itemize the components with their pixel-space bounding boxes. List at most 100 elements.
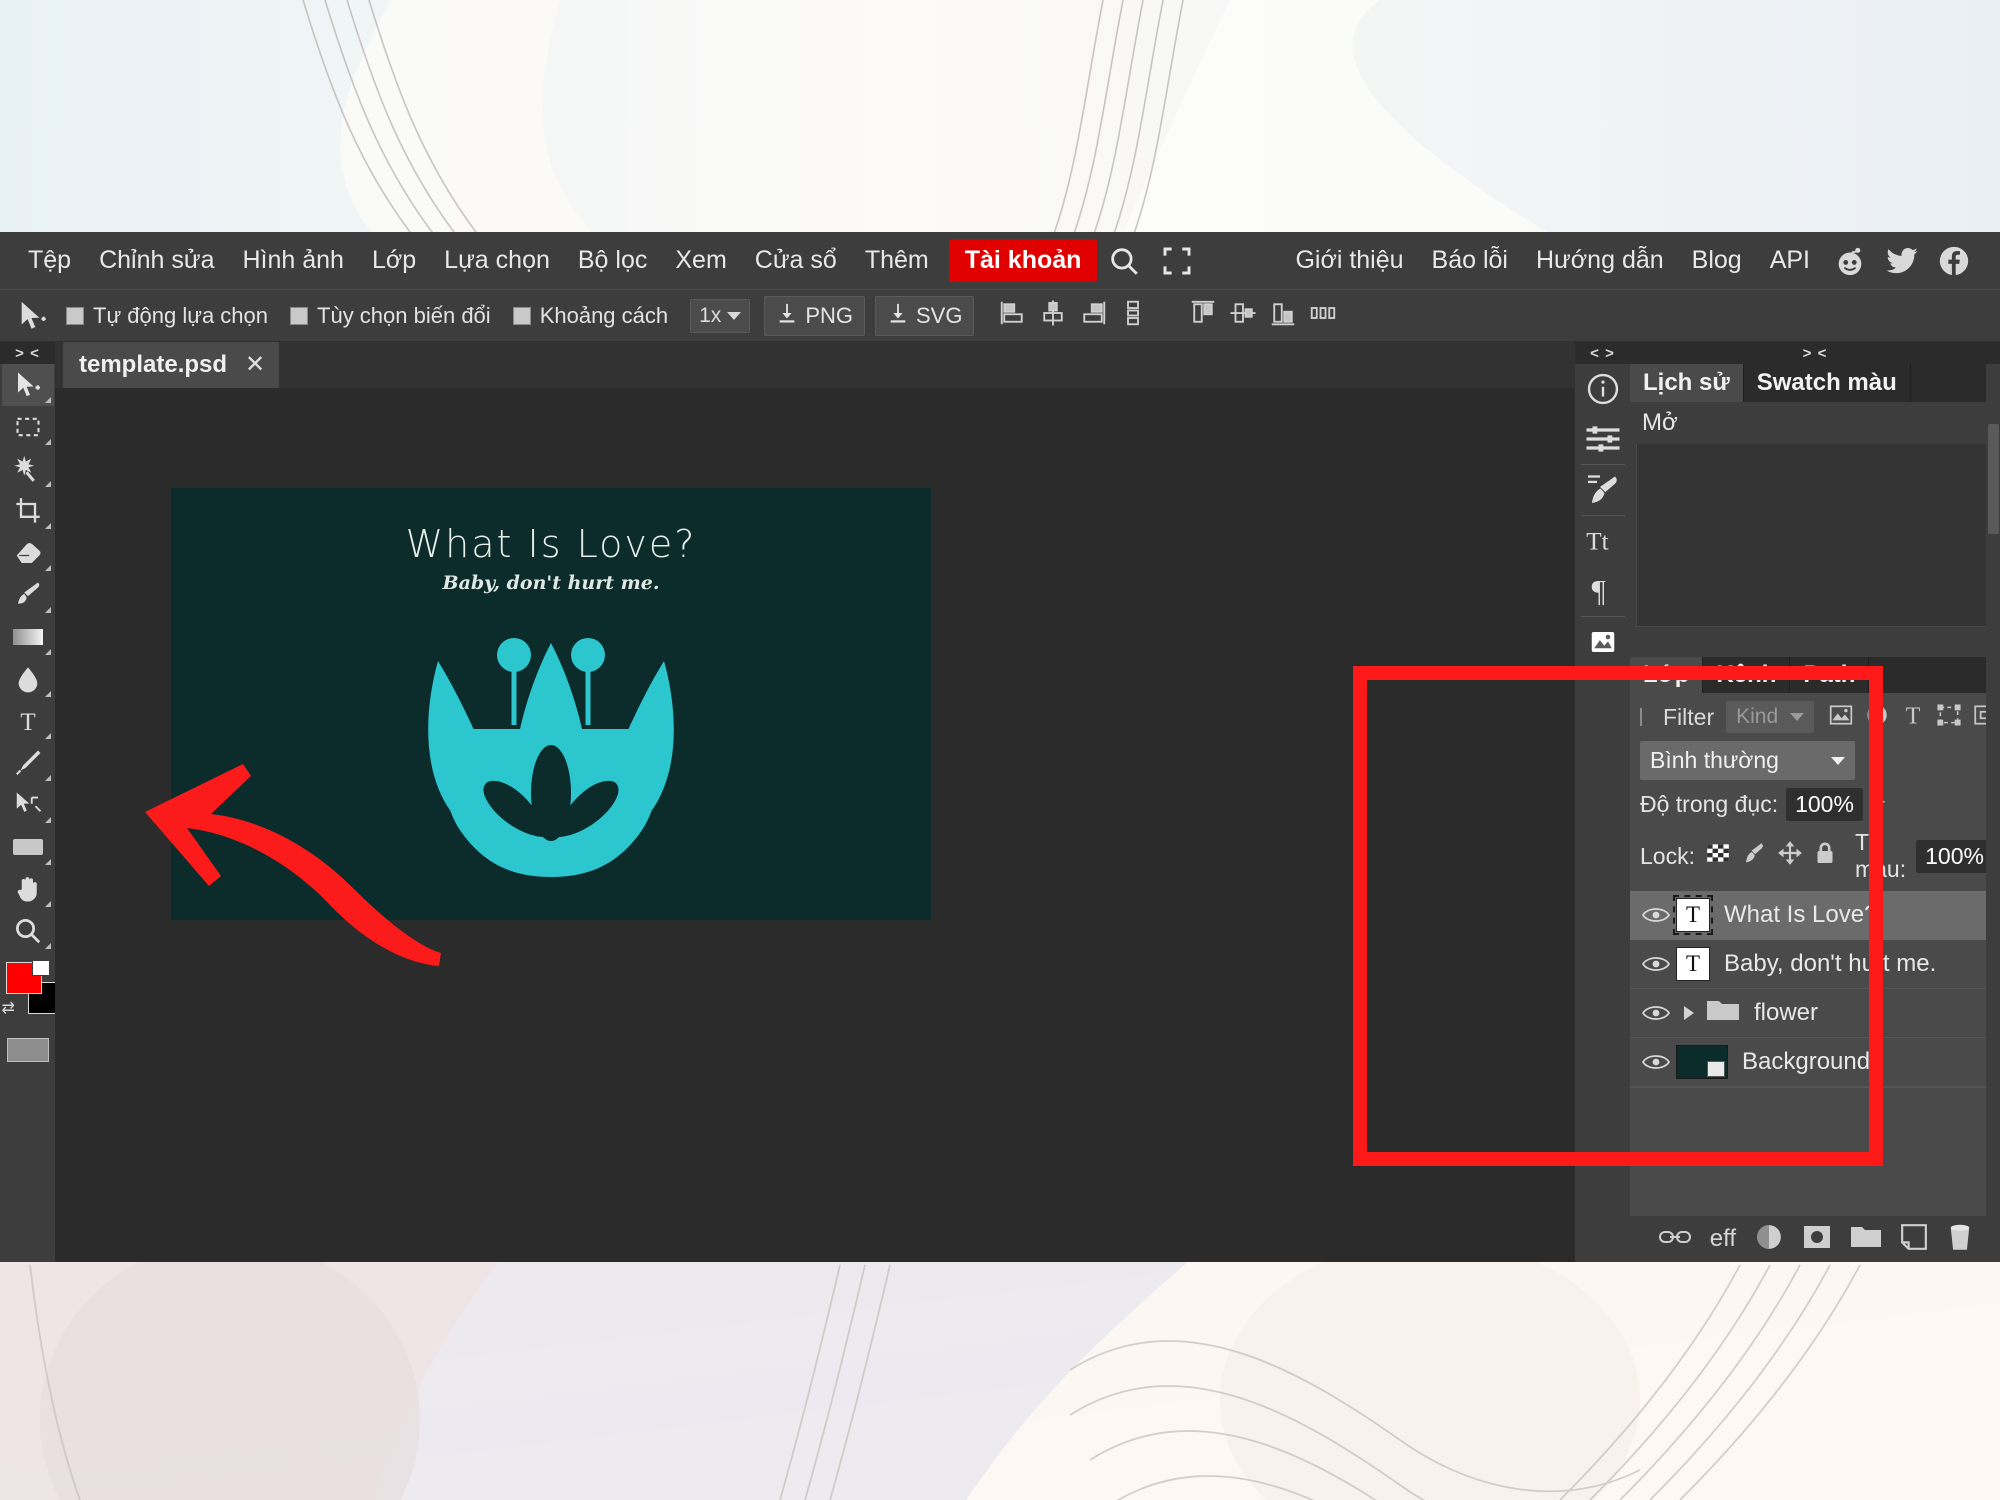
- layer-mask-icon[interactable]: [1802, 1224, 1832, 1255]
- account-button[interactable]: Tài khoản: [948, 239, 1098, 282]
- menu-layer[interactable]: Lớp: [358, 242, 430, 279]
- swap-colors-icon[interactable]: ⇄: [2, 998, 15, 1018]
- info-icon[interactable]: [1577, 364, 1629, 414]
- history-panel-collapse[interactable]: > <: [1630, 342, 2000, 364]
- align-right-icon[interactable]: [1078, 298, 1108, 333]
- layer-visibility-icon[interactable]: [1636, 953, 1676, 975]
- layer-row-background[interactable]: Background: [1630, 1038, 2000, 1087]
- layer-visibility-icon[interactable]: [1636, 1002, 1676, 1024]
- pen-tool[interactable]: [2, 742, 54, 784]
- canvas-area[interactable]: What Is Love? Baby, don't hurt me.: [55, 388, 1575, 1262]
- lock-position-icon[interactable]: [1777, 840, 1803, 872]
- magic-wand-tool[interactable]: [2, 448, 54, 490]
- menu-window[interactable]: Cửa sổ: [741, 242, 851, 279]
- export-png-button[interactable]: PNG: [764, 295, 865, 336]
- layer-visibility-icon[interactable]: [1636, 1051, 1676, 1073]
- brush-tool[interactable]: [2, 574, 54, 616]
- paragraph-icon[interactable]: ¶: [1577, 566, 1629, 616]
- layer-thumbnail-text[interactable]: T: [1676, 947, 1710, 981]
- menu-image[interactable]: Hình ảnh: [229, 242, 358, 279]
- move-tool[interactable]: [1, 364, 54, 406]
- layer-visibility-icon[interactable]: [1636, 904, 1676, 926]
- fill-value[interactable]: 100%: [1916, 839, 1993, 873]
- align-left-icon[interactable]: [998, 298, 1028, 333]
- align-center-horizontal-icon[interactable]: [1038, 298, 1068, 333]
- export-svg-button[interactable]: SVG: [875, 295, 975, 336]
- link-about[interactable]: Giới thiệu: [1281, 242, 1417, 279]
- layer-mask-thumbnail[interactable]: [1707, 1061, 1725, 1077]
- distribute-horizontal-icon[interactable]: [1308, 298, 1338, 333]
- tab-swatches[interactable]: Swatch màu: [1743, 364, 1911, 402]
- twitter-icon[interactable]: [1885, 244, 1919, 278]
- link-report-bug[interactable]: Báo lỗi: [1418, 242, 1522, 279]
- image-filter-icon[interactable]: [1828, 702, 1854, 733]
- tab-paths[interactable]: Path: [1790, 657, 1870, 693]
- layer-row-flower[interactable]: flower: [1630, 989, 2000, 1038]
- menu-select[interactable]: Lựa chọn: [430, 242, 564, 279]
- layer-row-what-is-love[interactable]: T What Is Love?: [1630, 891, 2000, 940]
- auto-select-checkbox[interactable]: Tự động lựa chọn: [66, 303, 268, 329]
- spacing-checkbox[interactable]: Khoảng cách: [512, 303, 668, 329]
- document-tab[interactable]: template.psd ✕: [63, 342, 280, 388]
- group-expand-icon[interactable]: [1676, 1004, 1702, 1022]
- menu-filter[interactable]: Bộ lọc: [564, 242, 661, 279]
- link-layers-icon[interactable]: [1658, 1226, 1692, 1253]
- distribute-vertical-icon[interactable]: [1118, 298, 1148, 333]
- history-item-open[interactable]: Mở: [1630, 402, 2000, 444]
- marquee-select-tool[interactable]: [2, 406, 54, 448]
- default-colors-icon[interactable]: [31, 960, 50, 976]
- panel-scrollbar[interactable]: [1986, 364, 2000, 1262]
- text-tool[interactable]: T: [2, 700, 54, 742]
- filter-checkbox[interactable]: [1640, 708, 1642, 726]
- filter-kind-select[interactable]: Kind: [1726, 701, 1815, 733]
- text-filter-icon[interactable]: T: [1900, 702, 1926, 733]
- blur-tool[interactable]: [2, 658, 54, 700]
- layers-panel-icon[interactable]: [1577, 617, 1629, 667]
- align-top-icon[interactable]: [1188, 298, 1218, 333]
- dock-rail-collapse[interactable]: < >: [1575, 342, 1630, 364]
- opacity-dropdown-icon[interactable]: [1870, 800, 1885, 809]
- opacity-value[interactable]: 100%: [1786, 788, 1863, 821]
- tool-palette-collapse[interactable]: > <: [0, 342, 55, 364]
- adjustment-filter-icon[interactable]: [1864, 702, 1890, 733]
- adjustments-icon[interactable]: [1577, 414, 1629, 464]
- scale-select[interactable]: 1x: [690, 298, 751, 333]
- shape-filter-icon[interactable]: [1936, 702, 1962, 733]
- layer-thumbnail-image[interactable]: [1676, 1045, 1728, 1079]
- eraser-tool[interactable]: [2, 532, 54, 574]
- tab-layers[interactable]: Lớp: [1630, 657, 1704, 693]
- delete-layer-icon[interactable]: [1946, 1222, 1974, 1257]
- gradient-tool[interactable]: [2, 616, 54, 658]
- blend-mode-select[interactable]: Bình thường: [1640, 741, 1855, 780]
- close-icon[interactable]: ✕: [245, 350, 265, 379]
- transform-options-checkbox[interactable]: Tùy chọn biến đổi: [290, 303, 491, 329]
- reddit-icon[interactable]: [1833, 244, 1867, 278]
- search-icon[interactable]: [1107, 244, 1141, 278]
- align-bottom-icon[interactable]: [1268, 298, 1298, 333]
- character-icon[interactable]: Tt: [1577, 516, 1629, 566]
- layer-thumbnail-text[interactable]: T: [1673, 895, 1713, 935]
- tab-history[interactable]: Lịch sử: [1630, 364, 1744, 402]
- path-select-tool[interactable]: [2, 784, 54, 826]
- adjustment-layer-icon[interactable]: [1754, 1222, 1784, 1257]
- lock-pixels-icon[interactable]: [1741, 840, 1767, 872]
- align-middle-icon[interactable]: [1228, 298, 1258, 333]
- layer-row-baby-dont-hurt-me[interactable]: T Baby, don't hurt me.: [1630, 940, 2000, 989]
- link-blog[interactable]: Blog: [1678, 242, 1756, 279]
- menu-file[interactable]: Tệp: [14, 242, 85, 279]
- layer-effects-icon[interactable]: eff: [1710, 1225, 1736, 1253]
- hand-tool[interactable]: [2, 868, 54, 910]
- new-layer-icon[interactable]: [1900, 1223, 1928, 1256]
- menu-edit[interactable]: Chỉnh sửa: [85, 242, 228, 279]
- shape-tool[interactable]: [2, 826, 54, 868]
- menu-view[interactable]: Xem: [661, 242, 740, 279]
- lock-all-icon[interactable]: [1813, 840, 1837, 872]
- crop-tool[interactable]: [2, 490, 54, 532]
- zoom-tool[interactable]: [2, 910, 54, 952]
- menu-more[interactable]: Thêm: [851, 242, 943, 279]
- quick-mask-toggle[interactable]: [6, 1038, 49, 1062]
- panel-scrollbar-thumb[interactable]: [1988, 424, 1999, 534]
- link-tutorial[interactable]: Hướng dẫn: [1522, 242, 1678, 279]
- fullscreen-icon[interactable]: [1161, 245, 1193, 277]
- new-group-icon[interactable]: [1850, 1224, 1882, 1255]
